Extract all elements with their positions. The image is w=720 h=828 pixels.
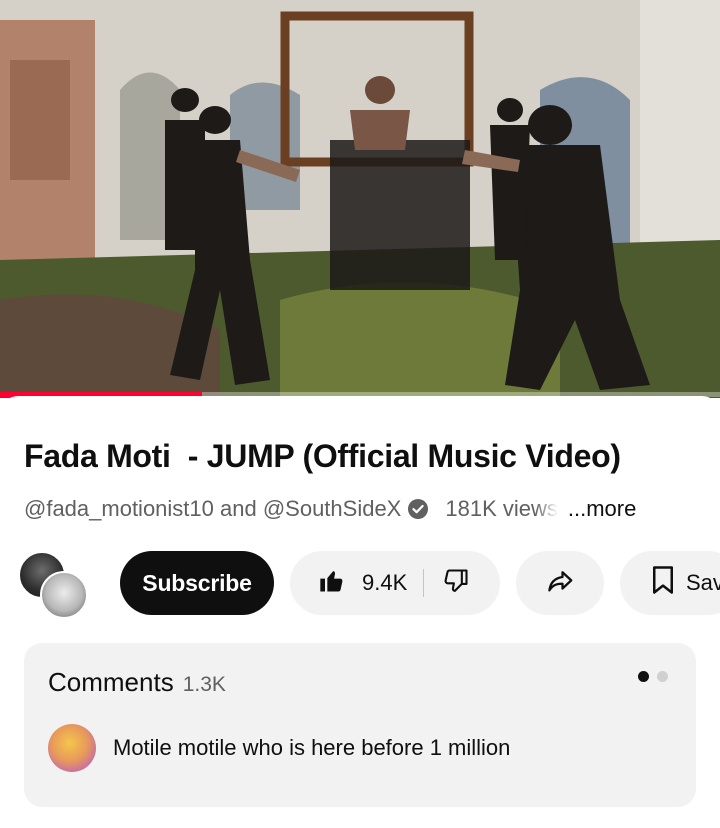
verified-check-icon	[407, 498, 429, 520]
carousel-dot	[657, 671, 668, 682]
like-button[interactable]: 9.4K	[290, 551, 425, 615]
like-count: 9.4K	[362, 570, 408, 595]
channel-avatars[interactable]	[18, 551, 88, 619]
channel-names[interactable]: @fada_motionist10 and @SouthSideX	[24, 496, 401, 522]
like-dislike-group: 9.4K	[290, 551, 500, 615]
carousel-dot-active	[638, 671, 649, 682]
comments-card[interactable]: Comments 1.3K Motile motile who is here …	[24, 643, 696, 807]
avatar	[48, 724, 96, 772]
save-button[interactable]: Save	[620, 551, 720, 615]
share-icon	[545, 566, 575, 601]
video-title[interactable]: Fada Moti - JUMP (Official Music Video)	[24, 437, 704, 475]
comments-count: 1.3K	[182, 673, 226, 696]
video-meta-row[interactable]: @fada_motionist10 and @SouthSideX 181K v…	[24, 494, 714, 524]
carousel-dots	[638, 671, 668, 682]
avatar[interactable]	[40, 571, 88, 619]
comments-title: Comments	[48, 667, 174, 697]
view-count: 181K views	[445, 496, 558, 521]
more-link[interactable]: ...more	[568, 496, 636, 522]
subscribe-button[interactable]: Subscribe	[120, 551, 274, 615]
bookmark-icon	[650, 565, 676, 601]
dislike-button[interactable]	[424, 551, 470, 615]
video-frame	[0, 0, 720, 398]
top-comment[interactable]: Motile motile who is here before 1 milli…	[48, 724, 510, 772]
comment-text: Motile motile who is here before 1 milli…	[113, 735, 511, 760]
comments-header: Comments 1.3K	[48, 667, 226, 698]
thumbs-up-icon	[318, 567, 346, 600]
save-label: Save	[686, 570, 720, 595]
share-button[interactable]	[516, 551, 604, 615]
thumbs-down-icon	[442, 567, 470, 600]
video-player[interactable]	[0, 0, 720, 398]
